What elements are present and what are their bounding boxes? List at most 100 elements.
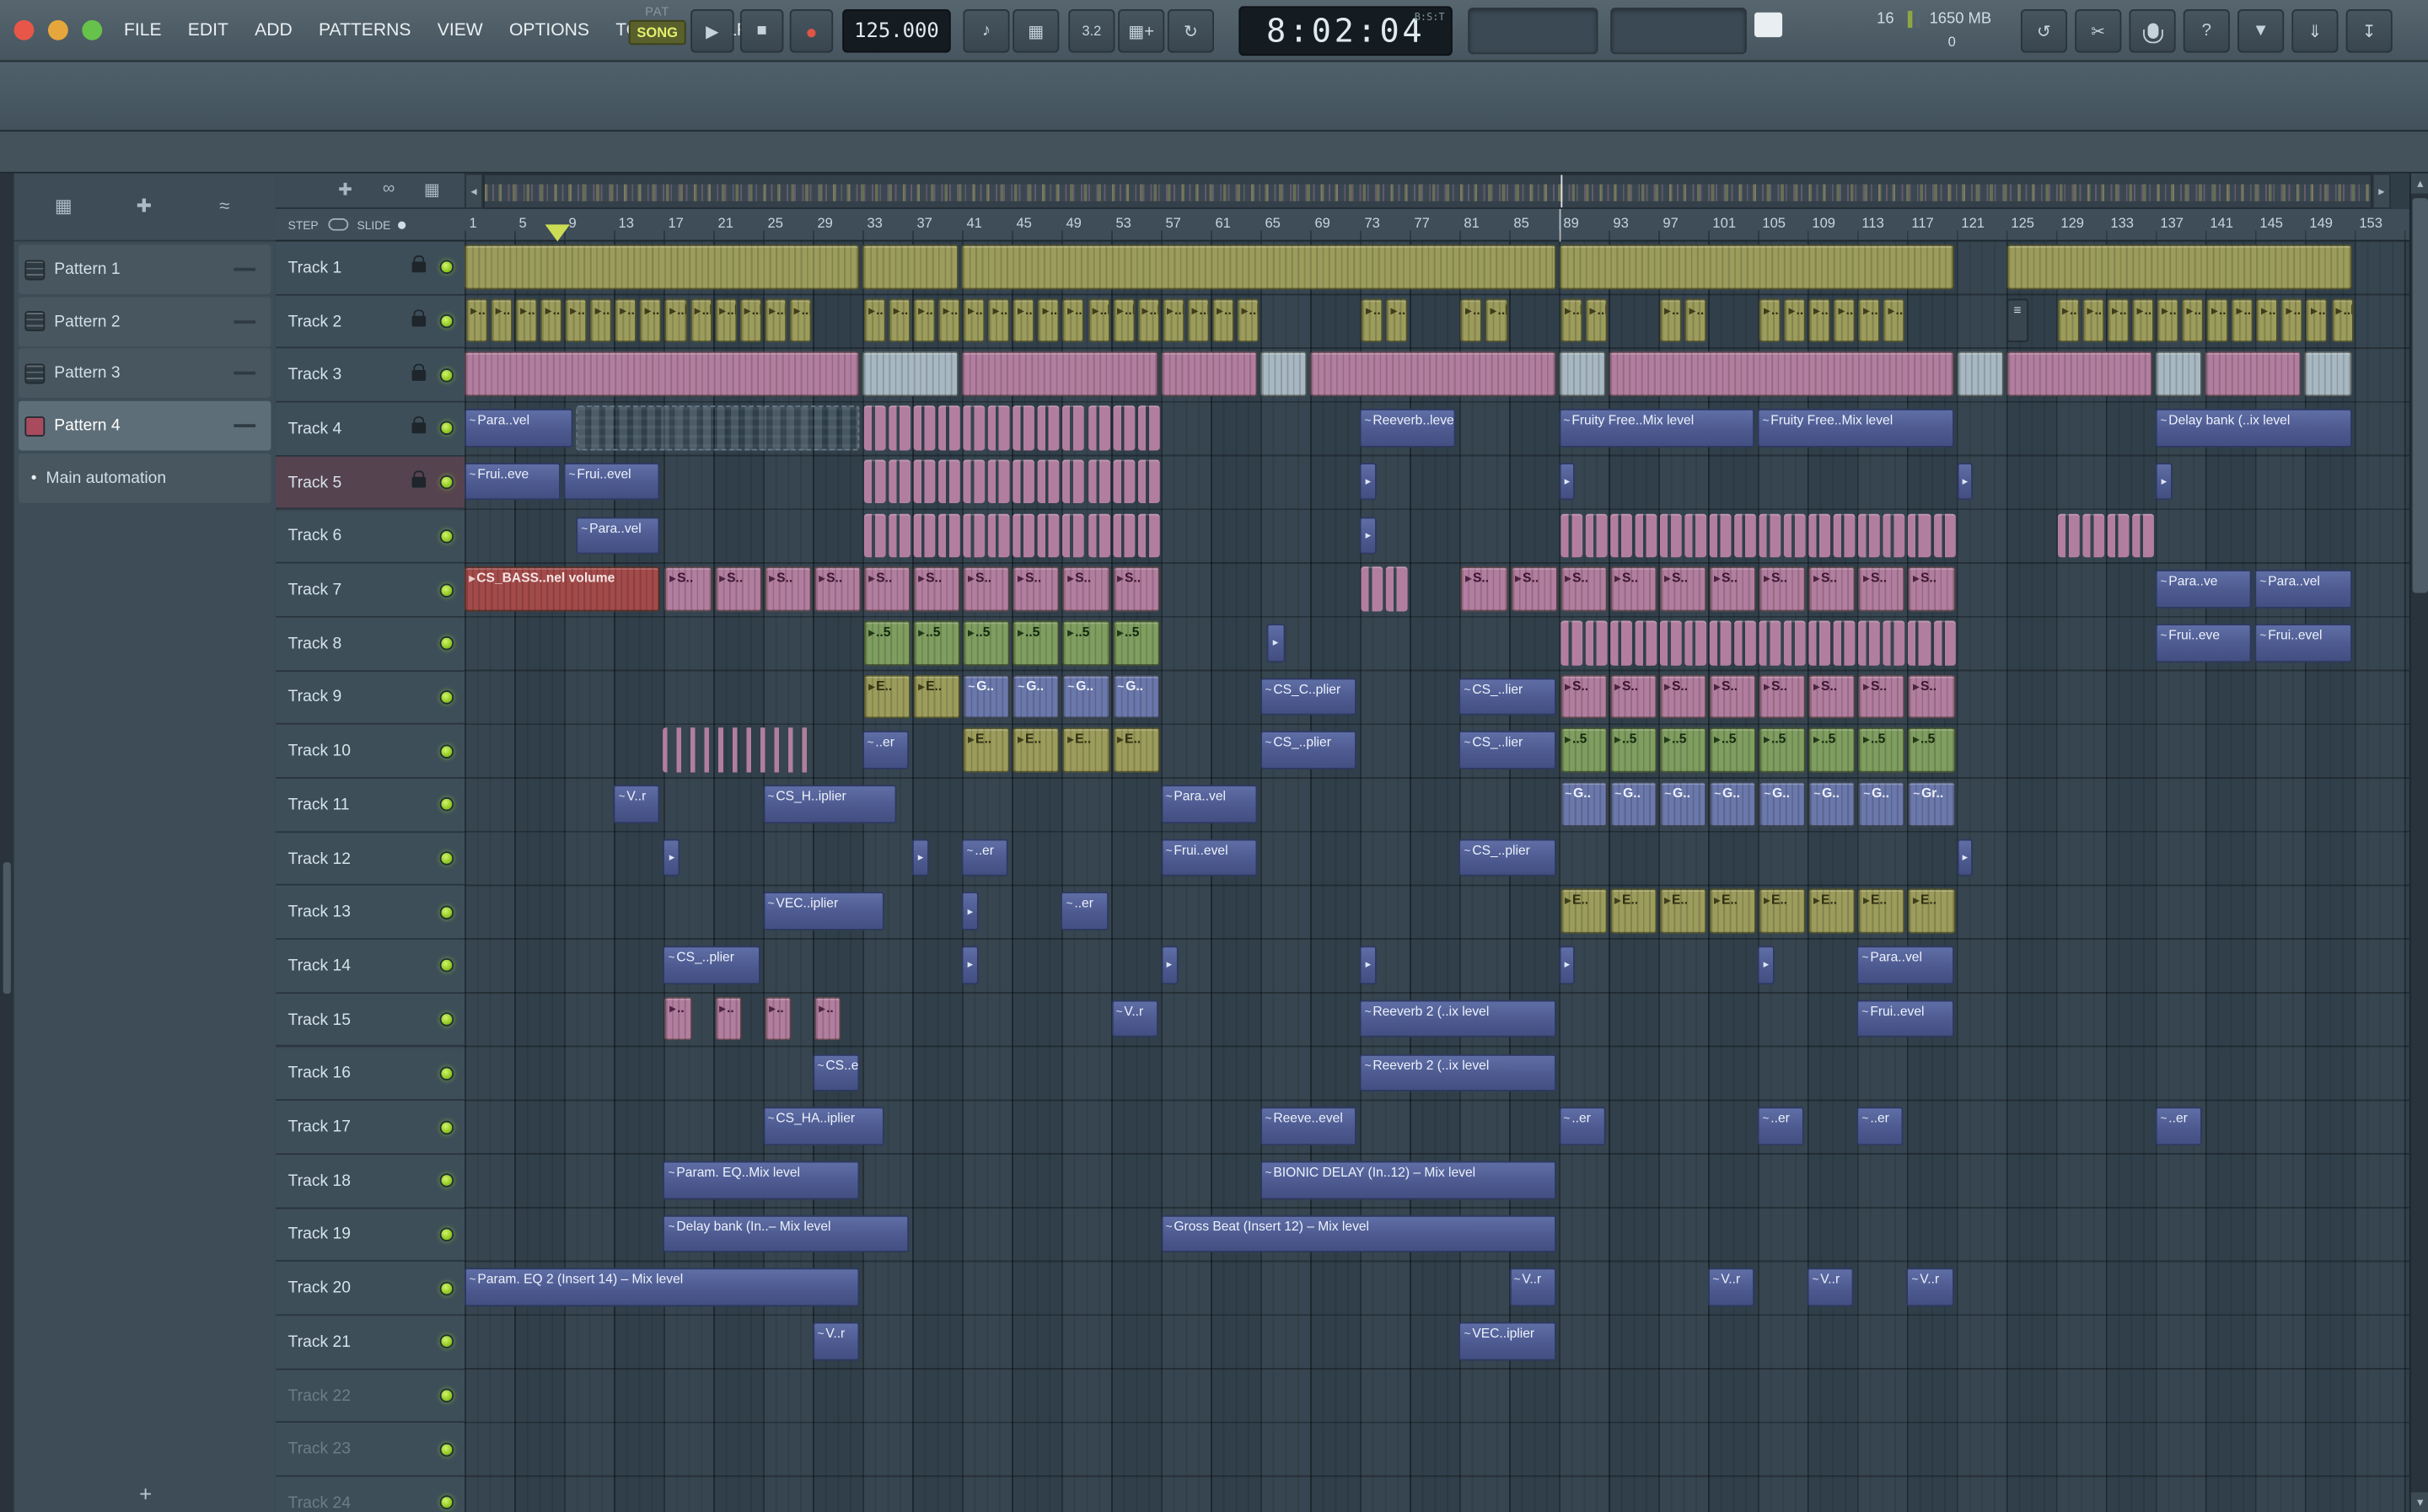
automation-clip[interactable]: ▸	[1757, 946, 1775, 984]
pattern-clip[interactable]: ▸..	[764, 996, 792, 1042]
pattern-clip[interactable]: ▸ S..	[1560, 674, 1608, 719]
pattern-clip[interactable]: ▸ ..5	[1112, 620, 1160, 666]
lock-icon[interactable]	[411, 416, 427, 435]
pattern-clip[interactable]: ▸..k	[1684, 298, 1707, 343]
pattern-clip[interactable]: ▸..k	[2281, 298, 2303, 343]
pattern-clip[interactable]: ▸ S..	[1460, 566, 1508, 612]
pattern-clip[interactable]: ▸..k	[1112, 298, 1135, 343]
pattern-clip[interactable]: ~ G..	[1112, 674, 1160, 719]
pattern-clip[interactable]: ~ G..	[1609, 781, 1657, 827]
pattern-clip[interactable]	[663, 727, 810, 773]
pattern-clip[interactable]	[1834, 512, 1856, 558]
pattern-clip[interactable]	[1858, 512, 1881, 558]
pattern-clip[interactable]: ▸ S..	[1908, 674, 1956, 719]
pattern-clip[interactable]	[1088, 405, 1110, 451]
pattern-clip[interactable]	[1560, 512, 1582, 558]
automation-clip[interactable]: ▸	[1956, 838, 1974, 877]
track-enable-led[interactable]	[439, 743, 454, 759]
lock-icon[interactable]	[411, 363, 427, 381]
pattern-clip[interactable]	[988, 459, 1011, 504]
pattern-clip[interactable]	[1062, 459, 1085, 504]
pattern-clip[interactable]: ▸ S..	[1759, 674, 1807, 719]
track-row-13[interactable]: Track 13	[275, 886, 465, 941]
minimize-traffic-light[interactable]	[47, 19, 68, 40]
pattern-clip[interactable]	[1609, 512, 1632, 558]
automation-clip[interactable]: ~ ..er	[1558, 1107, 1606, 1145]
automation-clip[interactable]: ~ Reeverb 2 (..ix level	[1359, 1000, 1556, 1038]
pattern-clip[interactable]	[1759, 512, 1781, 558]
automation-clip[interactable]: ▸	[1359, 516, 1377, 555]
pattern-clip[interactable]: ▸ E..	[1112, 727, 1160, 773]
track-name[interactable]: Track 24	[276, 1493, 440, 1512]
automation-clip[interactable]: ~ V..r	[1508, 1268, 1556, 1307]
pattern-clip[interactable]	[1309, 351, 1556, 397]
track-name[interactable]: Track 7	[276, 581, 440, 599]
pattern-move-icon[interactable]: ✚	[128, 195, 159, 223]
track-row-1[interactable]: Track 1	[275, 241, 465, 296]
pattern-clip[interactable]	[1709, 512, 1732, 558]
pattern-clip[interactable]: ▸..k	[2182, 298, 2204, 343]
grid-icon[interactable]: ▦	[418, 180, 446, 200]
automation-clip[interactable]: ~ Frui..evel	[564, 462, 661, 501]
pattern-slope-icon[interactable]: ≈	[209, 195, 240, 223]
pattern-clip[interactable]: ▸..k	[690, 298, 712, 343]
track-enable-led[interactable]	[439, 690, 454, 705]
track-enable-led[interactable]	[439, 260, 454, 275]
track-row-4[interactable]: Track 4	[275, 402, 465, 457]
pattern-grid-icon[interactable]: ▦	[48, 195, 79, 223]
scroll-up-button[interactable]: ▴	[2410, 173, 2428, 194]
pattern-clip[interactable]: ▸ S..	[814, 566, 862, 612]
pattern-clip[interactable]: ▸ S..	[1858, 566, 1906, 612]
pattern-clip[interactable]: ▸..k	[1162, 298, 1184, 343]
pattern-clip[interactable]: ▸ ..5	[1858, 727, 1906, 773]
track-row-19[interactable]: Track 19	[275, 1208, 465, 1263]
automation-clip[interactable]: ~ Reeve..evel	[1260, 1107, 1357, 1145]
track-enable-led[interactable]	[439, 1442, 454, 1456]
pattern-clip[interactable]	[889, 512, 911, 558]
track-row-22[interactable]: Track 22	[275, 1369, 465, 1424]
automation-clip[interactable]: ~ Reeverb..level	[1359, 409, 1457, 448]
pattern-clip[interactable]: ▸..k	[1808, 298, 1831, 343]
pattern-clip[interactable]	[1137, 405, 1160, 451]
pattern-clip[interactable]	[1038, 459, 1061, 504]
automation-clip[interactable]: ~ CS_HA..iplier	[762, 1107, 884, 1145]
automation-clip[interactable]: ~ ..er	[2155, 1107, 2203, 1145]
pattern-clip[interactable]	[465, 351, 860, 397]
pattern-clip[interactable]: ▸..k	[789, 298, 812, 343]
pattern-clip[interactable]	[938, 512, 961, 558]
pattern-clip[interactable]	[1112, 512, 1135, 558]
pattern-clip[interactable]	[1013, 459, 1035, 504]
track-enable-led[interactable]	[439, 1066, 454, 1080]
pattern-clip[interactable]	[1834, 620, 1856, 666]
pattern-clip[interactable]: ▸..k	[1187, 298, 1210, 343]
pattern-clip[interactable]	[1684, 620, 1707, 666]
pattern-clip[interactable]	[1659, 620, 1682, 666]
pattern-clip[interactable]: ▸..k	[1759, 298, 1781, 343]
pattern-clip[interactable]	[2132, 512, 2155, 558]
pattern-clip[interactable]: ▸ S..	[664, 566, 712, 612]
pattern-clip[interactable]: ▸..k	[1013, 298, 1035, 343]
pattern-clip[interactable]: ▸ ..5	[913, 620, 961, 666]
pattern-clip[interactable]	[863, 512, 886, 558]
pattern-clip[interactable]	[1908, 620, 1931, 666]
pattern-clip[interactable]	[2006, 351, 2153, 397]
pattern-clip[interactable]: ▸ ..5	[1709, 727, 1757, 773]
pattern-clip[interactable]: ▸..k	[664, 298, 687, 343]
pattern-clip[interactable]: ▸..k	[1361, 298, 1383, 343]
pattern-clip[interactable]: ▸ ..5	[1908, 727, 1956, 773]
pattern-clip[interactable]: ▸..k	[491, 298, 513, 343]
automation-clip[interactable]: ~ Para..vel	[2254, 570, 2352, 609]
automation-clip[interactable]: ~ ..er	[1856, 1107, 1904, 1145]
pattern-clip[interactable]: ▸ S..	[963, 566, 1011, 612]
slide-label[interactable]: SLIDE	[357, 217, 391, 232]
automation-clip[interactable]: ~ Para..vel	[1160, 785, 1258, 823]
pattern-clip[interactable]: ▸ E..	[1609, 889, 1657, 934]
pattern-clip[interactable]	[1908, 512, 1931, 558]
track-enable-led[interactable]	[439, 636, 454, 651]
pattern-clip[interactable]: ~ Gr..	[1908, 781, 1956, 827]
automation-clip[interactable]: ▸	[1160, 946, 1178, 984]
lock-icon[interactable]	[411, 255, 427, 273]
track-row-24[interactable]: Track 24	[275, 1477, 465, 1512]
stop-button[interactable]: ■	[739, 9, 784, 53]
automation-clip[interactable]: ~ CS..er	[812, 1053, 860, 1092]
